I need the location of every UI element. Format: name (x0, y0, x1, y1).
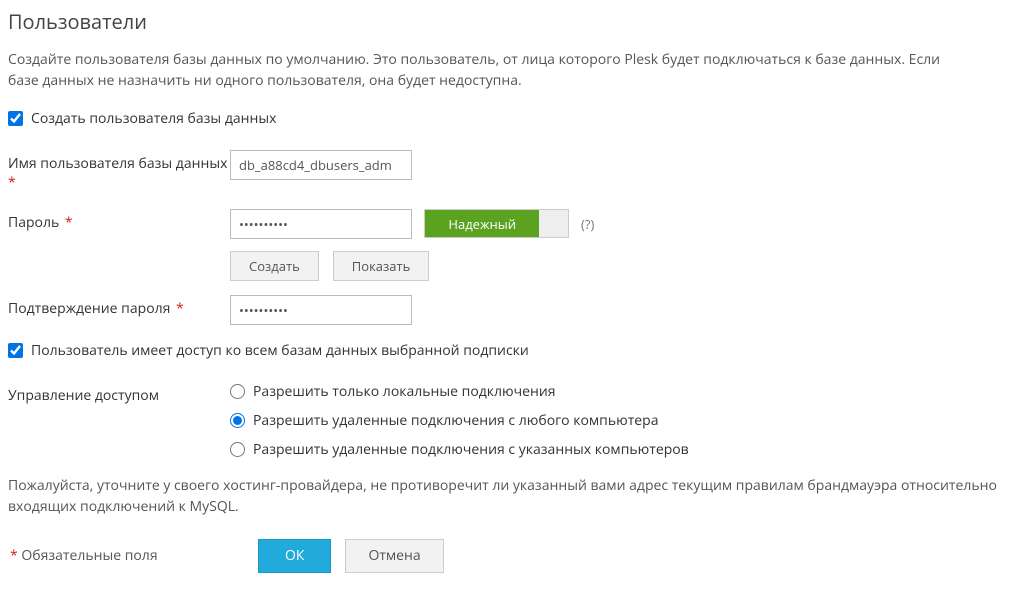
username-label: Имя пользователя базы данных * (8, 150, 230, 193)
password-strength-meter: Надежный (424, 209, 569, 238)
password-buttons: Создать Показать (230, 251, 1005, 281)
ok-button[interactable]: ОК (258, 539, 331, 573)
access-label-any[interactable]: Разрешить удаленные подключения с любого… (253, 411, 659, 430)
password-strength-label: Надежный (425, 210, 539, 237)
confirm-input[interactable] (230, 295, 412, 325)
required-star: * (172, 299, 183, 318)
all-db-label[interactable]: Пользователь имеет доступ ко всем базам … (31, 341, 529, 360)
access-radio-group: Разрешить только локальные подключения Р… (230, 382, 1005, 459)
confirm-row: Подтверждение пароля * (8, 295, 1005, 325)
help-icon[interactable]: (?) (581, 215, 594, 233)
required-star: * (8, 173, 16, 192)
access-label-local[interactable]: Разрешить только локальные подключения (253, 382, 556, 401)
create-user-label[interactable]: Создать пользователя базы данных (31, 109, 276, 128)
access-control-label: Управление доступом (8, 382, 230, 406)
password-row: Пароль * Надежный (?) (8, 209, 1005, 239)
cancel-button[interactable]: Отмена (345, 539, 443, 573)
generate-button[interactable]: Создать (230, 251, 319, 281)
access-radio-any[interactable] (230, 413, 245, 428)
all-db-access-row: Пользователь имеет доступ ко всем базам … (8, 341, 1005, 360)
access-radio-specific[interactable] (230, 442, 245, 457)
section-intro: Создайте пользователя базы данных по умо… (8, 49, 968, 91)
access-radio-local[interactable] (230, 384, 245, 399)
form-footer: * Обязательные поля ОК Отмена (8, 539, 1005, 573)
access-label-specific[interactable]: Разрешить удаленные подключения с указан… (253, 440, 689, 459)
required-star: * (61, 213, 72, 232)
firewall-note: Пожалуйста, уточните у своего хостинг-пр… (8, 475, 998, 517)
access-control-row: Управление доступом Разрешить только лок… (8, 382, 1005, 459)
all-db-checkbox[interactable] (8, 343, 23, 358)
confirm-label: Подтверждение пароля * (8, 295, 230, 319)
create-user-checkbox[interactable] (8, 111, 23, 126)
show-button[interactable]: Показать (333, 251, 430, 281)
section-heading: Пользователи (8, 8, 1005, 35)
create-user-row: Создать пользователя базы данных (8, 109, 1005, 128)
password-input[interactable] (230, 209, 412, 239)
username-input[interactable] (230, 150, 412, 180)
username-row: Имя пользователя базы данных * (8, 150, 1005, 193)
password-label: Пароль * (8, 209, 230, 233)
required-fields-note: * Обязательные поля (8, 546, 258, 565)
